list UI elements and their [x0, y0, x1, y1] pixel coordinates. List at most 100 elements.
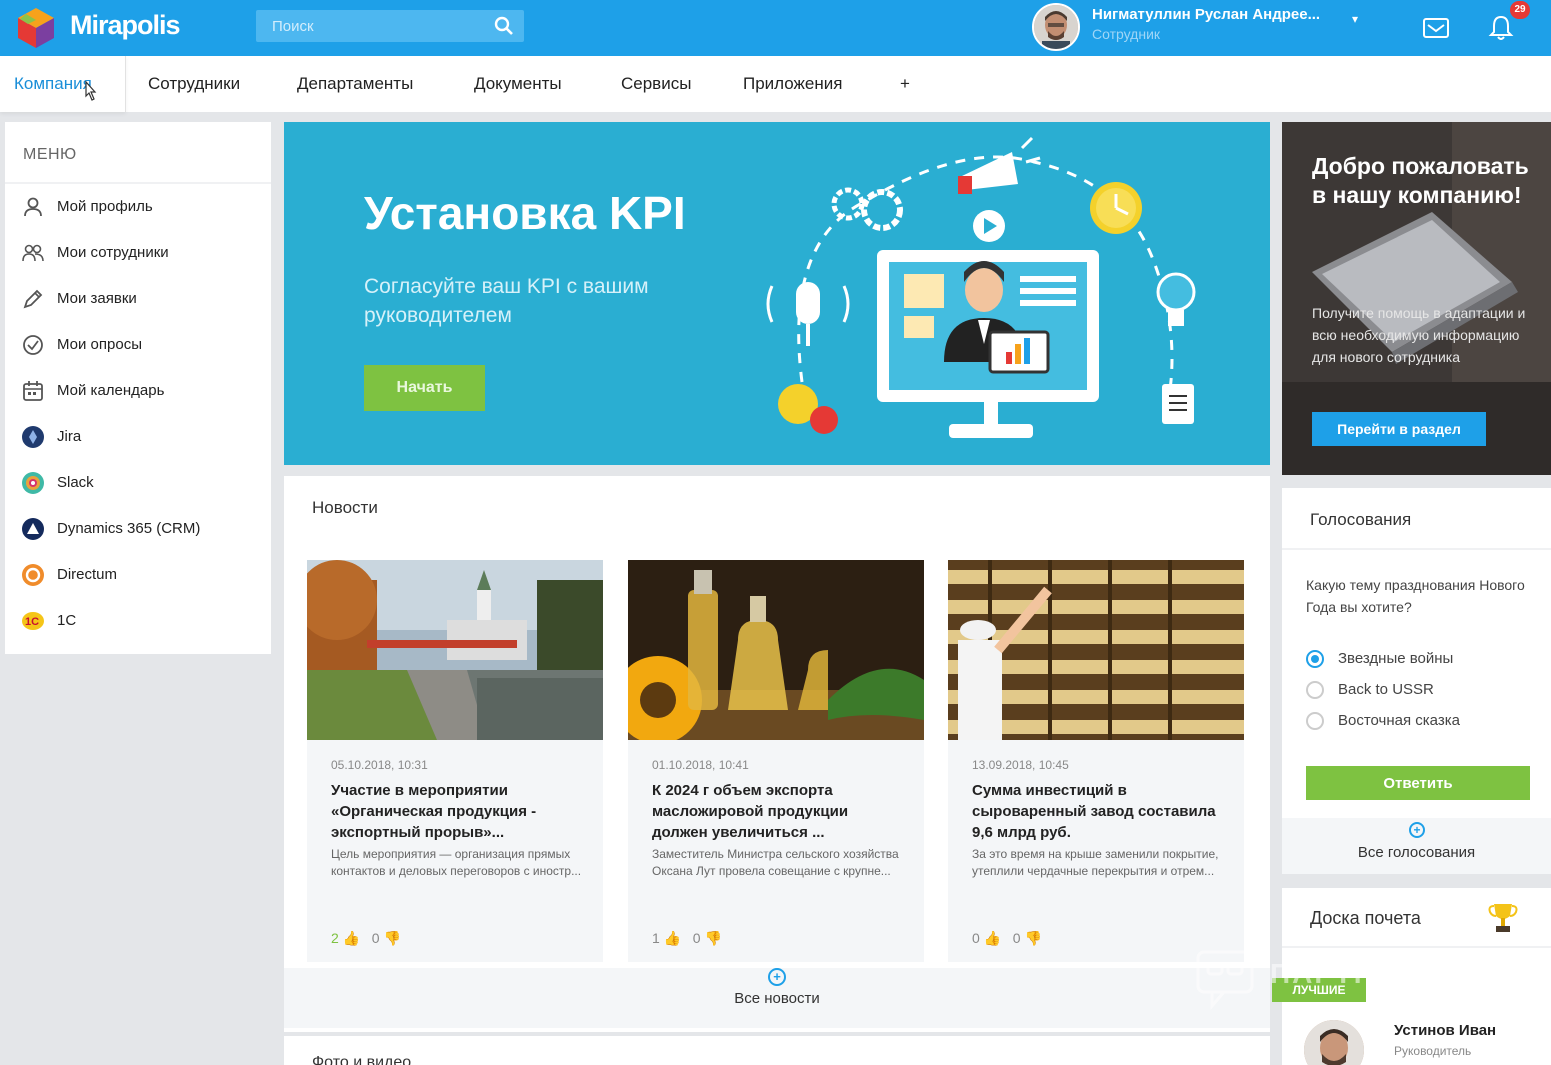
add-tab-button[interactable]: +	[900, 74, 910, 94]
notification-badge[interactable]: 29	[1510, 1, 1530, 19]
like-count: 0	[972, 930, 980, 946]
honor-person-role: Руководитель	[1394, 1044, 1472, 1058]
poll-option-label[interactable]: Восточная сказка	[1338, 712, 1460, 729]
all-polls-label[interactable]: Все голосования	[1282, 844, 1551, 861]
all-news-link[interactable]: + Все новости	[284, 968, 1270, 1028]
thumbs-up-icon[interactable]: 👍	[664, 930, 681, 946]
news-image-cheese[interactable]	[948, 560, 1244, 740]
trophy-icon	[1488, 904, 1518, 932]
go-to-section-button[interactable]: Перейти в раздел	[1312, 412, 1486, 446]
sidebar-item-label: Мой профиль	[57, 198, 153, 215]
avatar[interactable]	[1304, 1020, 1364, 1065]
sidebar-item-my-calendar[interactable]: Мой календарь	[21, 376, 261, 406]
thumbs-down-icon[interactable]: 👎	[704, 930, 721, 946]
news-headline[interactable]: Сумма инвестиций в сыроваренный завод со…	[972, 780, 1227, 843]
dislike-count: 0	[1012, 930, 1021, 946]
honor-board-title: Доска почета	[1310, 908, 1421, 928]
tab-services[interactable]: Сервисы	[621, 74, 691, 94]
sidebar-item-label: Мои сотрудники	[57, 244, 169, 261]
news-reactions: 1 👍 0 👎	[652, 930, 722, 947]
poll-option[interactable]: Back to USSR	[1306, 679, 1536, 701]
sidebar-item-my-surveys[interactable]: Мои опросы	[21, 330, 261, 360]
user-avatar[interactable]	[1032, 3, 1080, 51]
tab-employees[interactable]: Сотрудники	[148, 74, 240, 94]
welcome-panel: Добро пожаловать в нашу компанию! Получи…	[1282, 122, 1551, 475]
dislike-count: 0	[692, 930, 701, 946]
sidebar-item-dynamics[interactable]: Dynamics 365 (CRM)	[21, 514, 261, 544]
tab-applications[interactable]: Приложения	[743, 74, 842, 94]
welcome-text: Получите помощь в адаптации и всю необхо…	[1312, 305, 1526, 365]
sidebar-item-my-requests[interactable]: Мои заявки	[21, 284, 261, 314]
thumbs-down-icon[interactable]: 👎	[1024, 930, 1041, 946]
news-image-town[interactable]	[307, 560, 603, 740]
answer-button[interactable]: Ответить	[1306, 766, 1530, 800]
news-excerpt: За это время на крыше заменили покрытие,…	[972, 847, 1219, 878]
news-card[interactable]: 13.09.2018, 10:45 Сумма инвестиций в сыр…	[948, 560, 1244, 962]
sidebar-menu: МЕНЮ Мой профиль Мои сотрудники Мои заяв…	[5, 122, 271, 654]
slack-icon	[22, 472, 44, 494]
sidebar-item-label: Мои заявки	[57, 290, 137, 307]
all-news-label[interactable]: Все новости	[284, 990, 1270, 1007]
thumbs-up-icon[interactable]: 👍	[343, 930, 360, 946]
user-icon	[24, 197, 42, 217]
poll-option[interactable]: Восточная сказка	[1306, 710, 1536, 732]
honor-person-name[interactable]: Устинов Иван	[1394, 1022, 1496, 1039]
tab-departments[interactable]: Департаменты	[297, 74, 413, 94]
poll-option-label[interactable]: Звездные войны	[1338, 650, 1453, 667]
start-button[interactable]: Начать	[364, 365, 485, 411]
news-reactions: 2 👍 0 👎	[331, 930, 401, 947]
user-menu-chevron-down-icon[interactable]: ▾	[1352, 12, 1358, 26]
plus-circle-icon[interactable]: +	[768, 968, 786, 986]
kpi-banner[interactable]: Установка KPI Согласуйте ваш KPI с вашим…	[284, 122, 1270, 465]
mail-icon[interactable]	[1422, 17, 1450, 39]
sidebar-item-slack[interactable]: Slack	[21, 468, 261, 498]
users-icon	[22, 244, 44, 262]
plus-circle-icon[interactable]: +	[1409, 822, 1425, 838]
news-excerpt: Цель мероприятия — организация прямых ко…	[331, 847, 582, 878]
radio-selected[interactable]	[1306, 650, 1324, 668]
user-role: Сотрудник	[1092, 26, 1161, 42]
thumbs-down-icon[interactable]: 👎	[383, 930, 400, 946]
search-box[interactable]	[256, 10, 524, 42]
search-icon[interactable]	[494, 16, 514, 36]
news-headline[interactable]: Участие в мероприятии «Органическая прод…	[331, 780, 586, 843]
thumbs-up-icon[interactable]: 👍	[984, 930, 1001, 946]
banner-subtitle: Согласуйте ваш KPI с вашим руководителем	[364, 275, 649, 327]
photo-video-title: Фото и видео	[312, 1054, 412, 1065]
sidebar-item-label: Slack	[57, 474, 94, 491]
poll-option-label[interactable]: Back to USSR	[1338, 681, 1434, 698]
like-count: 1	[652, 930, 660, 946]
sidebar-item-my-employees[interactable]: Мои сотрудники	[21, 238, 261, 268]
sidebar-item-directum[interactable]: Directum	[21, 560, 261, 590]
user-name[interactable]: Нигматуллин Руслан Андрее...	[1092, 6, 1320, 23]
poll-option[interactable]: Звездные войны	[1306, 648, 1536, 670]
mirapolis-logo-icon[interactable]	[14, 6, 58, 50]
divider	[1282, 548, 1551, 550]
1c-icon: 1С	[22, 612, 44, 630]
radio-unselected[interactable]	[1306, 712, 1324, 730]
news-card[interactable]: 01.10.2018, 10:41 К 2024 г объем экспорт…	[628, 560, 924, 962]
bell-icon[interactable]	[1488, 14, 1514, 42]
top-bar: Mirapolis Нигматуллин Руслан Андрее... С…	[0, 0, 1551, 56]
sidebar-item-my-profile[interactable]: Мой профиль	[21, 192, 261, 222]
search-input[interactable]	[256, 10, 486, 42]
news-card[interactable]: 05.10.2018, 10:31 Участие в мероприятии …	[307, 560, 603, 962]
sidebar-item-1c[interactable]: 1С 1C	[21, 606, 261, 636]
news-headline[interactable]: К 2024 г объем экспорта масложировой про…	[652, 780, 907, 843]
sidebar-item-label: Мои опросы	[57, 336, 142, 353]
watermark-text: ПАРТНЕРКИН	[1270, 958, 1481, 989]
banner-title: Установка KPI	[364, 187, 686, 239]
news-section: Новости 05.10.2018, 10:31 Участие в меро…	[284, 476, 1270, 1032]
tab-documents[interactable]: Документы	[474, 74, 562, 94]
sidebar-item-jira[interactable]: Jira	[21, 422, 261, 452]
radio-unselected[interactable]	[1306, 681, 1324, 699]
mouse-cursor-icon	[85, 80, 97, 101]
news-date: 05.10.2018, 10:31	[331, 758, 428, 772]
polls-widget: Голосования Какую тему празднования Ново…	[1282, 488, 1551, 874]
menu-title: МЕНЮ	[23, 146, 77, 163]
dislike-count: 0	[371, 930, 380, 946]
logo-text[interactable]: Mirapolis	[70, 10, 181, 41]
divider	[5, 182, 271, 184]
all-polls-link[interactable]: + Все голосования	[1282, 818, 1551, 874]
news-image-oil[interactable]	[628, 560, 924, 740]
